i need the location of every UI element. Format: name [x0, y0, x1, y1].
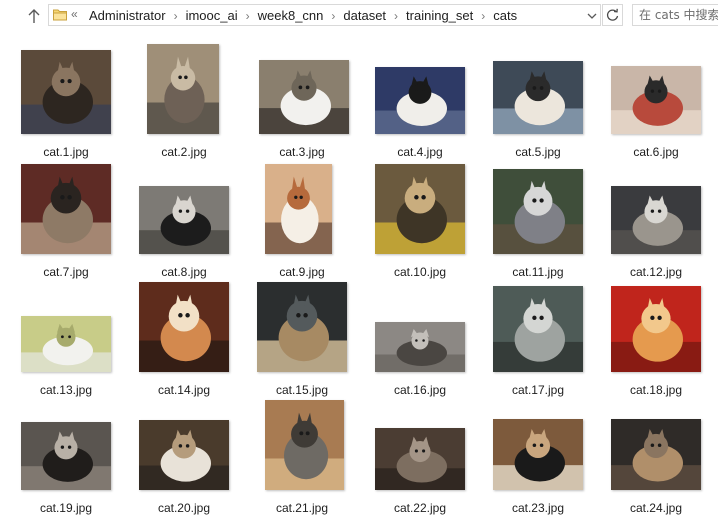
file-item[interactable]: cat.5.jpg — [486, 38, 590, 159]
file-item[interactable]: cat.7.jpg — [14, 158, 118, 279]
file-item[interactable]: cat.17.jpg — [486, 276, 590, 397]
file-thumbnail — [611, 286, 701, 372]
file-thumbnail — [147, 44, 219, 134]
file-thumbnail — [265, 400, 344, 490]
folder-icon — [53, 8, 67, 26]
file-thumbnail — [265, 164, 332, 254]
address-bar[interactable]: « Administrator › imooc_ai › week8_cnn ›… — [48, 4, 601, 26]
refresh-icon — [606, 8, 619, 21]
file-item[interactable]: cat.1.jpg — [14, 38, 118, 159]
breadcrumb-item[interactable]: Administrator — [89, 8, 166, 23]
breadcrumb-item[interactable]: dataset — [343, 8, 386, 23]
file-grid: cat.1.jpg cat.2.jpg cat.3.jpg cat.4.jpg cat.… — [0, 32, 718, 515]
file-item[interactable]: cat.15.jpg — [250, 276, 354, 397]
file-item[interactable]: cat.19.jpg — [14, 394, 118, 515]
file-item[interactable]: cat.13.jpg — [14, 276, 118, 397]
breadcrumb-separator[interactable]: › — [246, 9, 250, 23]
file-thumbnail — [375, 67, 465, 134]
arrow-up-icon — [28, 9, 40, 23]
file-item[interactable]: cat.18.jpg — [604, 276, 708, 397]
file-thumbnail — [493, 61, 583, 134]
chevron-down-icon — [587, 13, 597, 19]
file-thumbnail — [375, 164, 465, 254]
file-item[interactable]: cat.2.jpg — [132, 38, 236, 159]
file-thumbnail — [493, 286, 583, 372]
file-thumbnail — [257, 282, 347, 372]
file-item[interactable]: cat.8.jpg — [132, 158, 236, 279]
file-item[interactable]: cat.6.jpg — [604, 38, 708, 159]
file-name: cat.6.jpg — [633, 145, 679, 159]
file-thumbnail — [493, 419, 583, 490]
file-item[interactable]: cat.4.jpg — [368, 38, 472, 159]
file-thumbnail — [259, 60, 349, 134]
file-thumbnail — [139, 282, 229, 372]
file-thumbnail — [611, 66, 701, 134]
file-thumbnail — [21, 316, 111, 372]
file-thumbnail — [139, 186, 229, 254]
file-item[interactable]: cat.22.jpg — [368, 394, 472, 515]
breadcrumb-item[interactable]: training_set — [406, 8, 473, 23]
file-name: cat.3.jpg — [279, 145, 325, 159]
file-name: cat.2.jpg — [161, 145, 207, 159]
file-thumbnail — [611, 186, 701, 254]
file-thumbnail — [375, 428, 465, 490]
file-item[interactable]: cat.11.jpg — [486, 158, 590, 279]
file-item[interactable]: cat.21.jpg — [250, 394, 354, 515]
file-item[interactable]: cat.24.jpg — [604, 394, 708, 515]
file-thumbnail — [493, 169, 583, 254]
navigation-bar: « Administrator › imooc_ai › week8_cnn ›… — [0, 0, 718, 32]
file-item[interactable]: cat.9.jpg — [250, 158, 354, 279]
file-name: cat.5.jpg — [515, 145, 561, 159]
breadcrumb-item-current[interactable]: cats — [493, 8, 517, 23]
file-thumbnail — [21, 422, 111, 490]
breadcrumb-overflow-button[interactable]: « — [71, 7, 78, 21]
file-item[interactable]: cat.12.jpg — [604, 158, 708, 279]
file-item[interactable]: cat.20.jpg — [132, 394, 236, 515]
file-item[interactable]: cat.16.jpg — [368, 276, 472, 397]
file-thumbnail — [139, 420, 229, 490]
file-thumbnail — [21, 50, 111, 134]
refresh-button[interactable] — [602, 4, 623, 26]
file-item[interactable]: cat.23.jpg — [486, 394, 590, 515]
file-thumbnail — [375, 322, 465, 372]
file-name: cat.1.jpg — [43, 145, 89, 159]
breadcrumb-separator[interactable]: › — [331, 9, 335, 23]
file-name: cat.4.jpg — [397, 145, 443, 159]
breadcrumb-separator[interactable]: › — [394, 9, 398, 23]
breadcrumb-item[interactable]: imooc_ai — [186, 8, 238, 23]
breadcrumb: Administrator › imooc_ai › week8_cnn › d… — [89, 8, 517, 23]
file-thumbnail — [611, 419, 701, 490]
breadcrumb-separator[interactable]: › — [481, 9, 485, 23]
file-item[interactable]: cat.10.jpg — [368, 158, 472, 279]
breadcrumb-item[interactable]: week8_cnn — [258, 8, 324, 23]
file-item[interactable]: cat.14.jpg — [132, 276, 236, 397]
search-box[interactable] — [632, 4, 718, 26]
file-item[interactable]: cat.3.jpg — [250, 38, 354, 159]
file-thumbnail — [21, 164, 111, 254]
breadcrumb-separator[interactable]: › — [174, 9, 178, 23]
address-history-dropdown[interactable] — [586, 9, 598, 21]
search-input[interactable] — [639, 7, 718, 23]
up-button[interactable] — [24, 5, 44, 27]
